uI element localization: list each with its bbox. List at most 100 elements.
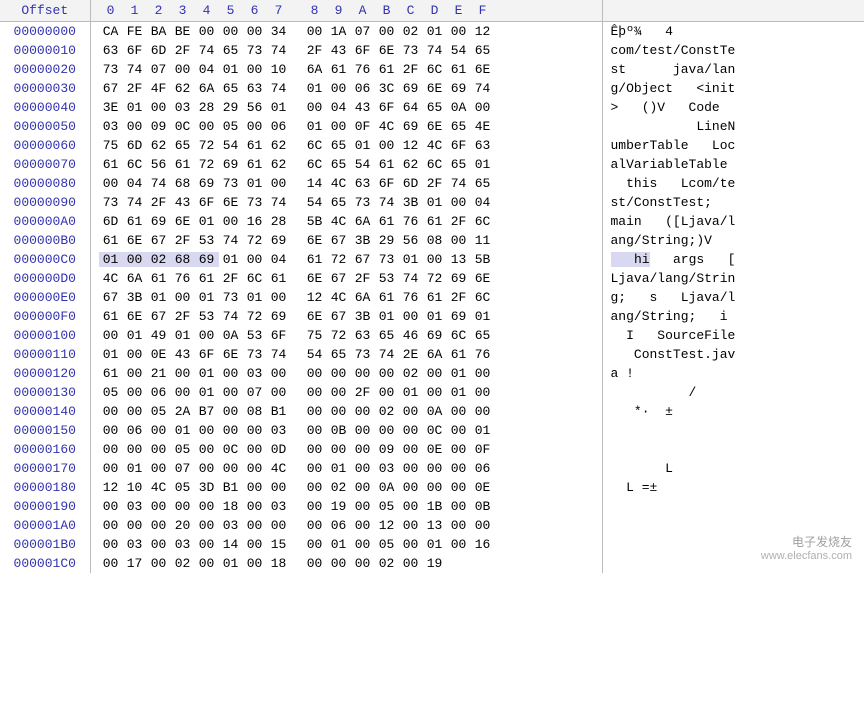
hex-cell[interactable]: 756D6265725461626C650100124C6F63 xyxy=(90,136,602,155)
hex-cell[interactable]: 01000E436F6E7374546573742E6A6176 xyxy=(90,345,602,364)
hex-cell[interactable]: 0017000200010018000000020019 xyxy=(90,554,602,573)
ascii-cell[interactable]: st java/lan xyxy=(602,60,864,79)
ascii-cell[interactable]: com/test/ConstTe xyxy=(602,41,864,60)
ascii-cell[interactable]: ConstTest.jav xyxy=(602,345,864,364)
hex-cell[interactable]: 636F6D2F746573742F436F6E73745465 xyxy=(90,41,602,60)
offset-cell: 00000030 xyxy=(0,79,90,98)
hex-row[interactable]: 00000010636F6D2F746573742F436F6E73745465… xyxy=(0,41,864,60)
hex-row[interactable]: 000000B0616E672F537472696E673B2956080011… xyxy=(0,231,864,250)
offset-cell: 00000150 xyxy=(0,421,90,440)
hex-cell[interactable]: 00000005000C000D00000009000E000F xyxy=(90,440,602,459)
hex-row[interactable]: 000000800004746869730100144C636F6D2F7465… xyxy=(0,174,864,193)
offset-cell: 00000040 xyxy=(0,98,90,117)
hex-row[interactable]: 0000016000000005000C000D00000009000E000F xyxy=(0,440,864,459)
hex-cell[interactable]: 12104C053DB100000002000A0000000E xyxy=(90,478,602,497)
ascii-cell[interactable] xyxy=(602,516,864,535)
ascii-cell[interactable]: I SourceFile xyxy=(602,326,864,345)
hex-row[interactable]: 00000030672F4F626A6563740100063C696E6974… xyxy=(0,79,864,98)
hex-row[interactable]: 00000130050006000100070000002F0001000100… xyxy=(0,383,864,402)
offset-cell: 00000120 xyxy=(0,364,90,383)
hex-cell[interactable]: 616E672F537472696E673B2956080011 xyxy=(90,231,602,250)
offset-cell: 000000C0 xyxy=(0,250,90,269)
ascii-cell[interactable]: st/ConstTest; xyxy=(602,193,864,212)
hex-cell[interactable]: 0300090C0005000601000F4C696E654E xyxy=(90,117,602,136)
hex-row[interactable]: 000000F0616E672F537472696E673B0100016901… xyxy=(0,307,864,326)
offset-cell: 00000160 xyxy=(0,440,90,459)
ascii-cell[interactable]: umberTable Loc xyxy=(602,136,864,155)
hex-row[interactable]: 000001400000052AB70008B100000002000A0000… xyxy=(0,402,864,421)
offset-cell: 00000170 xyxy=(0,459,90,478)
hex-row[interactable]: 000000D04C6A6176612F6C616E672F537472696E… xyxy=(0,269,864,288)
ascii-cell[interactable]: this Lcom/te xyxy=(602,174,864,193)
hex-row[interactable]: 0000012061002100010003000000000002000100… xyxy=(0,364,864,383)
hex-row[interactable]: 000000C00100026869010004617267730100135B… xyxy=(0,250,864,269)
hex-cell[interactable]: 00000020000300000006001200130000 xyxy=(90,516,602,535)
offset-cell: 000000A0 xyxy=(0,212,90,231)
offset-cell: 000000B0 xyxy=(0,231,90,250)
hex-row[interactable]: 0000018012104C053DB100000002000A0000000E… xyxy=(0,478,864,497)
ascii-cell[interactable]: ang/String;)V xyxy=(602,231,864,250)
hex-cell[interactable]: 616C5661726961626C655461626C6501 xyxy=(90,155,602,174)
hex-cell[interactable]: 00014901000A536F7572636546696C65 xyxy=(90,326,602,345)
hex-cell[interactable]: 000100070000004C0001000300000006 xyxy=(90,459,602,478)
ascii-cell[interactable]: Êþº¾ 4 xyxy=(602,22,864,42)
hex-row[interactable]: 0000002073740700040100106A6176612F6C616E… xyxy=(0,60,864,79)
hex-cell[interactable]: 0006000100000003000B0000000C0001 xyxy=(90,421,602,440)
hex-row[interactable]: 00000070616C5661726961626C655461626C6501… xyxy=(0,155,864,174)
hex-cell[interactable]: 673B010001730100124C6A6176612F6C xyxy=(90,288,602,307)
hex-cell[interactable]: 0000052AB70008B100000002000A0000 xyxy=(90,402,602,421)
ascii-cell[interactable]: Ljava/lang/Strin xyxy=(602,269,864,288)
ascii-cell[interactable]: *· ± xyxy=(602,402,864,421)
ascii-cell[interactable]: hi args [ xyxy=(602,250,864,269)
ascii-cell[interactable] xyxy=(602,554,864,573)
hex-row[interactable]: 000001A000000020000300000006001200130000 xyxy=(0,516,864,535)
hex-row[interactable]: 00000000CAFEBABE00000034001A070002010012… xyxy=(0,22,864,42)
hex-cell[interactable]: 3E010003282956010004436F64650A00 xyxy=(90,98,602,117)
ascii-cell[interactable]: > ()V Code xyxy=(602,98,864,117)
hex-row[interactable]: 00000170000100070000004C0001000300000006… xyxy=(0,459,864,478)
ascii-cell[interactable]: L xyxy=(602,459,864,478)
hex-cell[interactable]: 61002100010003000000000002000100 xyxy=(90,364,602,383)
hex-row[interactable]: 0000010000014901000A536F7572636546696C65… xyxy=(0,326,864,345)
ascii-cell[interactable]: g; s Ljava/l xyxy=(602,288,864,307)
ascii-cell[interactable]: g/Object <init xyxy=(602,79,864,98)
offset-cell: 00000060 xyxy=(0,136,90,155)
hex-cell[interactable]: 4C6A6176612F6C616E672F537472696E xyxy=(90,269,602,288)
ascii-cell[interactable] xyxy=(602,497,864,516)
hex-cell[interactable]: 616E672F537472696E673B0100016901 xyxy=(90,307,602,326)
hex-row[interactable]: 000000403E010003282956010004436F64650A00… xyxy=(0,98,864,117)
offset-cell: 00000020 xyxy=(0,60,90,79)
ascii-cell[interactable]: L =± xyxy=(602,478,864,497)
hex-row[interactable]: 000001500006000100000003000B0000000C0001 xyxy=(0,421,864,440)
hex-cell[interactable]: 73742F436F6E7374546573743B010004 xyxy=(90,193,602,212)
ascii-cell[interactable]: / xyxy=(602,383,864,402)
ascii-cell[interactable] xyxy=(602,440,864,459)
hex-cell[interactable]: 0100026869010004617267730100135B xyxy=(90,250,602,269)
hex-cell[interactable]: 000300000018000300190005001B000B xyxy=(90,497,602,516)
hex-cell[interactable]: 0004746869730100144C636F6D2F7465 xyxy=(90,174,602,193)
hex-row[interactable]: 000001C00017000200010018000000020019 xyxy=(0,554,864,573)
hex-row[interactable]: 000000A06D61696E010016285B4C6A6176612F6C… xyxy=(0,212,864,231)
hex-row[interactable]: 0000011001000E436F6E7374546573742E6A6176… xyxy=(0,345,864,364)
offset-cell: 00000110 xyxy=(0,345,90,364)
hex-cell[interactable]: 050006000100070000002F0001000100 xyxy=(90,383,602,402)
ascii-cell[interactable]: alVariableTable xyxy=(602,155,864,174)
hex-columns-header: 0123456789ABCDEF xyxy=(90,0,602,22)
hex-row[interactable]: 00000060756D6265725461626C650100124C6F63… xyxy=(0,136,864,155)
hex-cell[interactable]: 00030003001400150001000500010016 xyxy=(90,535,602,554)
hex-cell[interactable]: 6D61696E010016285B4C6A6176612F6C xyxy=(90,212,602,231)
ascii-cell[interactable]: ang/String; i xyxy=(602,307,864,326)
ascii-cell[interactable]: LineN xyxy=(602,117,864,136)
ascii-cell[interactable] xyxy=(602,421,864,440)
hex-row[interactable]: 000000E0673B010001730100124C6A6176612F6C… xyxy=(0,288,864,307)
hex-cell[interactable]: 672F4F626A6563740100063C696E6974 xyxy=(90,79,602,98)
hex-row[interactable]: 000001B000030003001400150001000500010016 xyxy=(0,535,864,554)
hex-row[interactable]: 00000190000300000018000300190005001B000B xyxy=(0,497,864,516)
ascii-cell[interactable]: a ! xyxy=(602,364,864,383)
ascii-cell[interactable]: main ([Ljava/l xyxy=(602,212,864,231)
hex-row[interactable]: 000000500300090C0005000601000F4C696E654E… xyxy=(0,117,864,136)
hex-cell[interactable]: CAFEBABE00000034001A070002010012 xyxy=(90,22,602,42)
ascii-cell[interactable] xyxy=(602,535,864,554)
hex-cell[interactable]: 73740700040100106A6176612F6C616E xyxy=(90,60,602,79)
hex-row[interactable]: 0000009073742F436F6E7374546573743B010004… xyxy=(0,193,864,212)
